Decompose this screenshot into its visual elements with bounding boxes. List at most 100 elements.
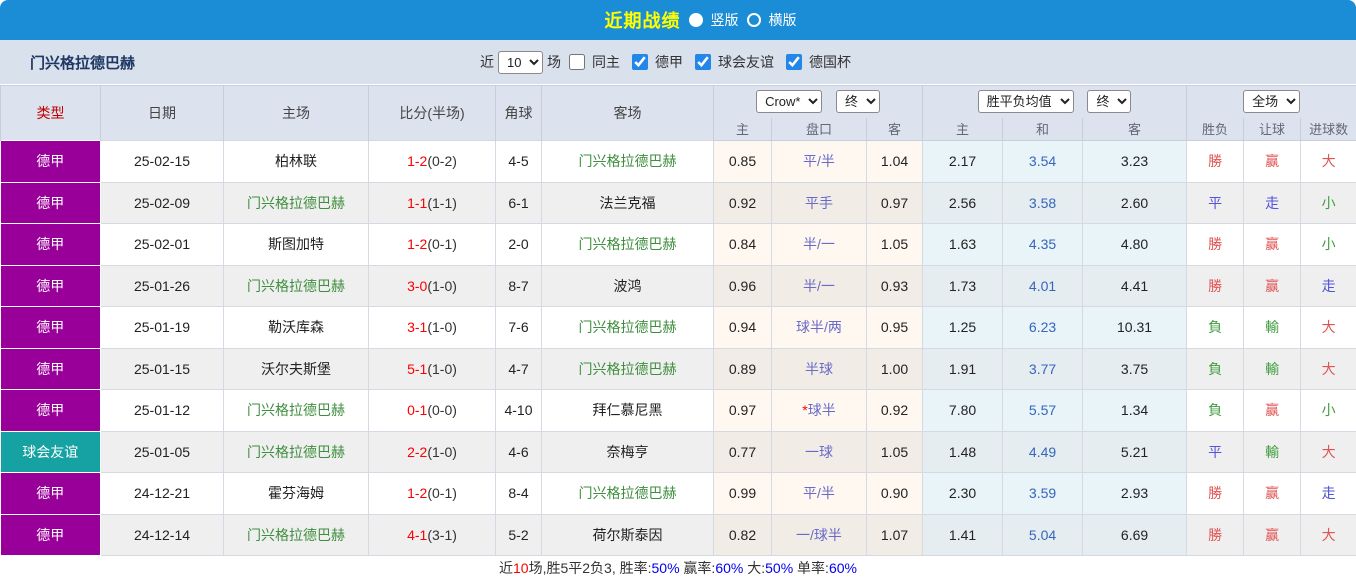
- halftime-score: (0-0): [427, 402, 457, 419]
- match-date: 24-12-21: [100, 472, 224, 515]
- title-bar: 近期战绩 竖版 横版: [0, 0, 1356, 40]
- league-filter-checkbox-bundesliga[interactable]: [632, 54, 648, 70]
- away-team[interactable]: 门兴格拉德巴赫: [541, 306, 714, 349]
- handicap-result: 赢: [1243, 264, 1302, 307]
- league-filter-label-pokal: 德国杯: [809, 54, 851, 70]
- asia-away-odds: 0.95: [865, 306, 924, 349]
- home-team[interactable]: 斯图加特: [223, 223, 369, 266]
- table-row[interactable]: 德甲 25-02-01 斯图加特 1-2(0-1) 2-0 门兴格拉德巴赫 0.…: [0, 223, 1356, 266]
- table-row[interactable]: 球会友谊 25-01-05 门兴格拉德巴赫 2-2(1-0) 4-6 奈梅亨 0…: [0, 430, 1356, 473]
- euro-draw-odds: 3.54: [1002, 140, 1084, 183]
- match-type-badge: 德甲: [0, 223, 101, 266]
- recent-results-panel: 近期战绩 竖版 横版 门兴格拉德巴赫 近 10 场 同主 德甲 球会友谊 德国杯: [0, 0, 1356, 579]
- match-date: 25-01-15: [100, 347, 224, 390]
- table-header: 类型 日期 主场 比分(半场) 角球 客场 Crow* 终 胜平负均值 终 全场: [0, 85, 1356, 141]
- recent-count-select[interactable]: 10: [498, 50, 543, 74]
- home-team[interactable]: 门兴格拉德巴赫: [223, 264, 369, 307]
- horizontal-layout-label[interactable]: 横版: [769, 10, 797, 30]
- away-team[interactable]: 门兴格拉德巴赫: [541, 223, 714, 266]
- win-lose-result: 負: [1186, 347, 1245, 390]
- win-lose-result: 負: [1186, 389, 1245, 432]
- sub-header-euro-draw: 和: [1002, 117, 1084, 141]
- match-type-badge: 球会友谊: [0, 430, 101, 473]
- results-table: 类型 日期 主场 比分(半场) 角球 客场 Crow* 终 胜平负均值 终 全场: [0, 85, 1356, 556]
- match-type-badge: 德甲: [0, 181, 101, 224]
- goals-result: 大: [1300, 347, 1356, 390]
- goals-result: 大: [1300, 140, 1356, 183]
- match-type-badge: 德甲: [0, 140, 101, 183]
- same-home-checkbox[interactable]: [569, 54, 585, 70]
- table-row[interactable]: 德甲 24-12-14 门兴格拉德巴赫 4-1(3-1) 5-2 荷尔斯泰因 0…: [0, 513, 1356, 556]
- handicap-text: 平/半: [803, 485, 835, 502]
- halftime-score: (1-1): [427, 194, 457, 211]
- win-lose-result: 勝: [1186, 472, 1245, 515]
- asia-away-odds: 1.05: [865, 430, 924, 473]
- horizontal-layout-radio[interactable]: [746, 13, 761, 27]
- table-row[interactable]: 德甲 25-02-15 柏林联 1-2(0-2) 4-5 门兴格拉德巴赫 0.8…: [0, 140, 1356, 183]
- home-team[interactable]: 勒沃库森: [223, 306, 369, 349]
- table-row[interactable]: 德甲 25-01-19 勒沃库森 3-1(1-0) 7-6 门兴格拉德巴赫 0.…: [0, 306, 1356, 349]
- table-row[interactable]: 德甲 25-01-15 沃尔夫斯堡 5-1(1-0) 4-7 门兴格拉德巴赫 0…: [0, 347, 1356, 390]
- matches-label: 场: [547, 54, 561, 70]
- fulltime-score: 1-1: [407, 194, 428, 211]
- away-team[interactable]: 荷尔斯泰因: [541, 513, 714, 556]
- fulltime-score: 4-1: [407, 526, 428, 543]
- home-team[interactable]: 柏林联: [223, 140, 369, 183]
- summary-segment: 60%: [828, 560, 857, 576]
- league-filter-checkbox-friendly[interactable]: [695, 54, 711, 70]
- match-type-badge: 德甲: [0, 347, 101, 390]
- away-team[interactable]: 拜仁慕尼黑: [541, 389, 714, 432]
- league-filter-label-friendly: 球会友谊: [718, 54, 774, 70]
- match-type-badge: 德甲: [0, 472, 101, 515]
- table-row[interactable]: 德甲 24-12-21 霍芬海姆 1-2(0-1) 8-4 门兴格拉德巴赫 0.…: [0, 472, 1356, 515]
- match-score: 5-1(1-0): [368, 347, 496, 390]
- asia-handicap: *半/一: [771, 264, 867, 307]
- euro-draw-odds: 3.59: [1002, 472, 1084, 515]
- away-team[interactable]: 门兴格拉德巴赫: [541, 347, 714, 390]
- home-team[interactable]: 门兴格拉德巴赫: [223, 181, 369, 224]
- home-team[interactable]: 门兴格拉德巴赫: [223, 430, 369, 473]
- euro-away-odds: 2.93: [1082, 472, 1188, 515]
- away-team[interactable]: 法兰克福: [541, 181, 714, 224]
- table-row[interactable]: 德甲 25-01-26 门兴格拉德巴赫 3-0(1-0) 8-7 波鸿 0.96…: [0, 264, 1356, 307]
- match-type-badge: 德甲: [0, 513, 101, 556]
- europe-odds-select[interactable]: 胜平负均值: [977, 90, 1074, 114]
- vertical-layout-radio[interactable]: [688, 13, 703, 27]
- europe-period-select[interactable]: 终: [1087, 90, 1132, 114]
- goals-result: 走: [1300, 472, 1356, 515]
- vertical-layout-label[interactable]: 竖版: [711, 10, 739, 30]
- asia-handicap: *半/一: [771, 223, 867, 266]
- asia-period-select[interactable]: 终: [835, 90, 880, 114]
- away-team[interactable]: 门兴格拉德巴赫: [541, 140, 714, 183]
- handicap-result: 輸: [1243, 430, 1302, 473]
- asia-handicap: *平/半: [771, 140, 867, 183]
- handicap-result: 赢: [1243, 472, 1302, 515]
- sub-header-goals: 进球数: [1300, 117, 1356, 141]
- fulltime-score: 5-1: [407, 360, 428, 377]
- asia-away-odds: 0.93: [865, 264, 924, 307]
- euro-away-odds: 6.69: [1082, 513, 1188, 556]
- home-team[interactable]: 门兴格拉德巴赫: [223, 513, 369, 556]
- euro-home-odds: 1.73: [922, 264, 1004, 307]
- home-team[interactable]: 门兴格拉德巴赫: [223, 389, 369, 432]
- table-row[interactable]: 德甲 25-02-09 门兴格拉德巴赫 1-1(1-1) 6-1 法兰克福 0.…: [0, 181, 1356, 224]
- odds-company-select[interactable]: Crow*: [756, 90, 823, 114]
- summary-segment: 大:: [743, 560, 766, 576]
- win-lose-result: 勝: [1186, 140, 1245, 183]
- home-team[interactable]: 霍芬海姆: [223, 472, 369, 515]
- fulltime-score: 0-1: [407, 402, 428, 419]
- league-filter-checkbox-pokal[interactable]: [786, 54, 802, 70]
- euro-draw-odds: 5.04: [1002, 513, 1084, 556]
- away-team[interactable]: 门兴格拉德巴赫: [541, 472, 714, 515]
- summary-segment: 近: [499, 560, 514, 576]
- corner-count: 8-7: [495, 264, 542, 307]
- away-team[interactable]: 波鸿: [541, 264, 714, 307]
- away-team[interactable]: 奈梅亨: [541, 430, 714, 473]
- scope-select[interactable]: 全场: [1243, 90, 1301, 114]
- match-date: 25-01-05: [100, 430, 224, 473]
- home-team[interactable]: 沃尔夫斯堡: [223, 347, 369, 390]
- asia-home-odds: 0.99: [713, 472, 772, 515]
- table-row[interactable]: 德甲 25-01-12 门兴格拉德巴赫 0-1(0-0) 4-10 拜仁慕尼黑 …: [0, 389, 1356, 432]
- result-group-header: 全场: [1186, 85, 1356, 118]
- summary-segment: 场,胜5平2负3, 胜率:: [528, 560, 652, 576]
